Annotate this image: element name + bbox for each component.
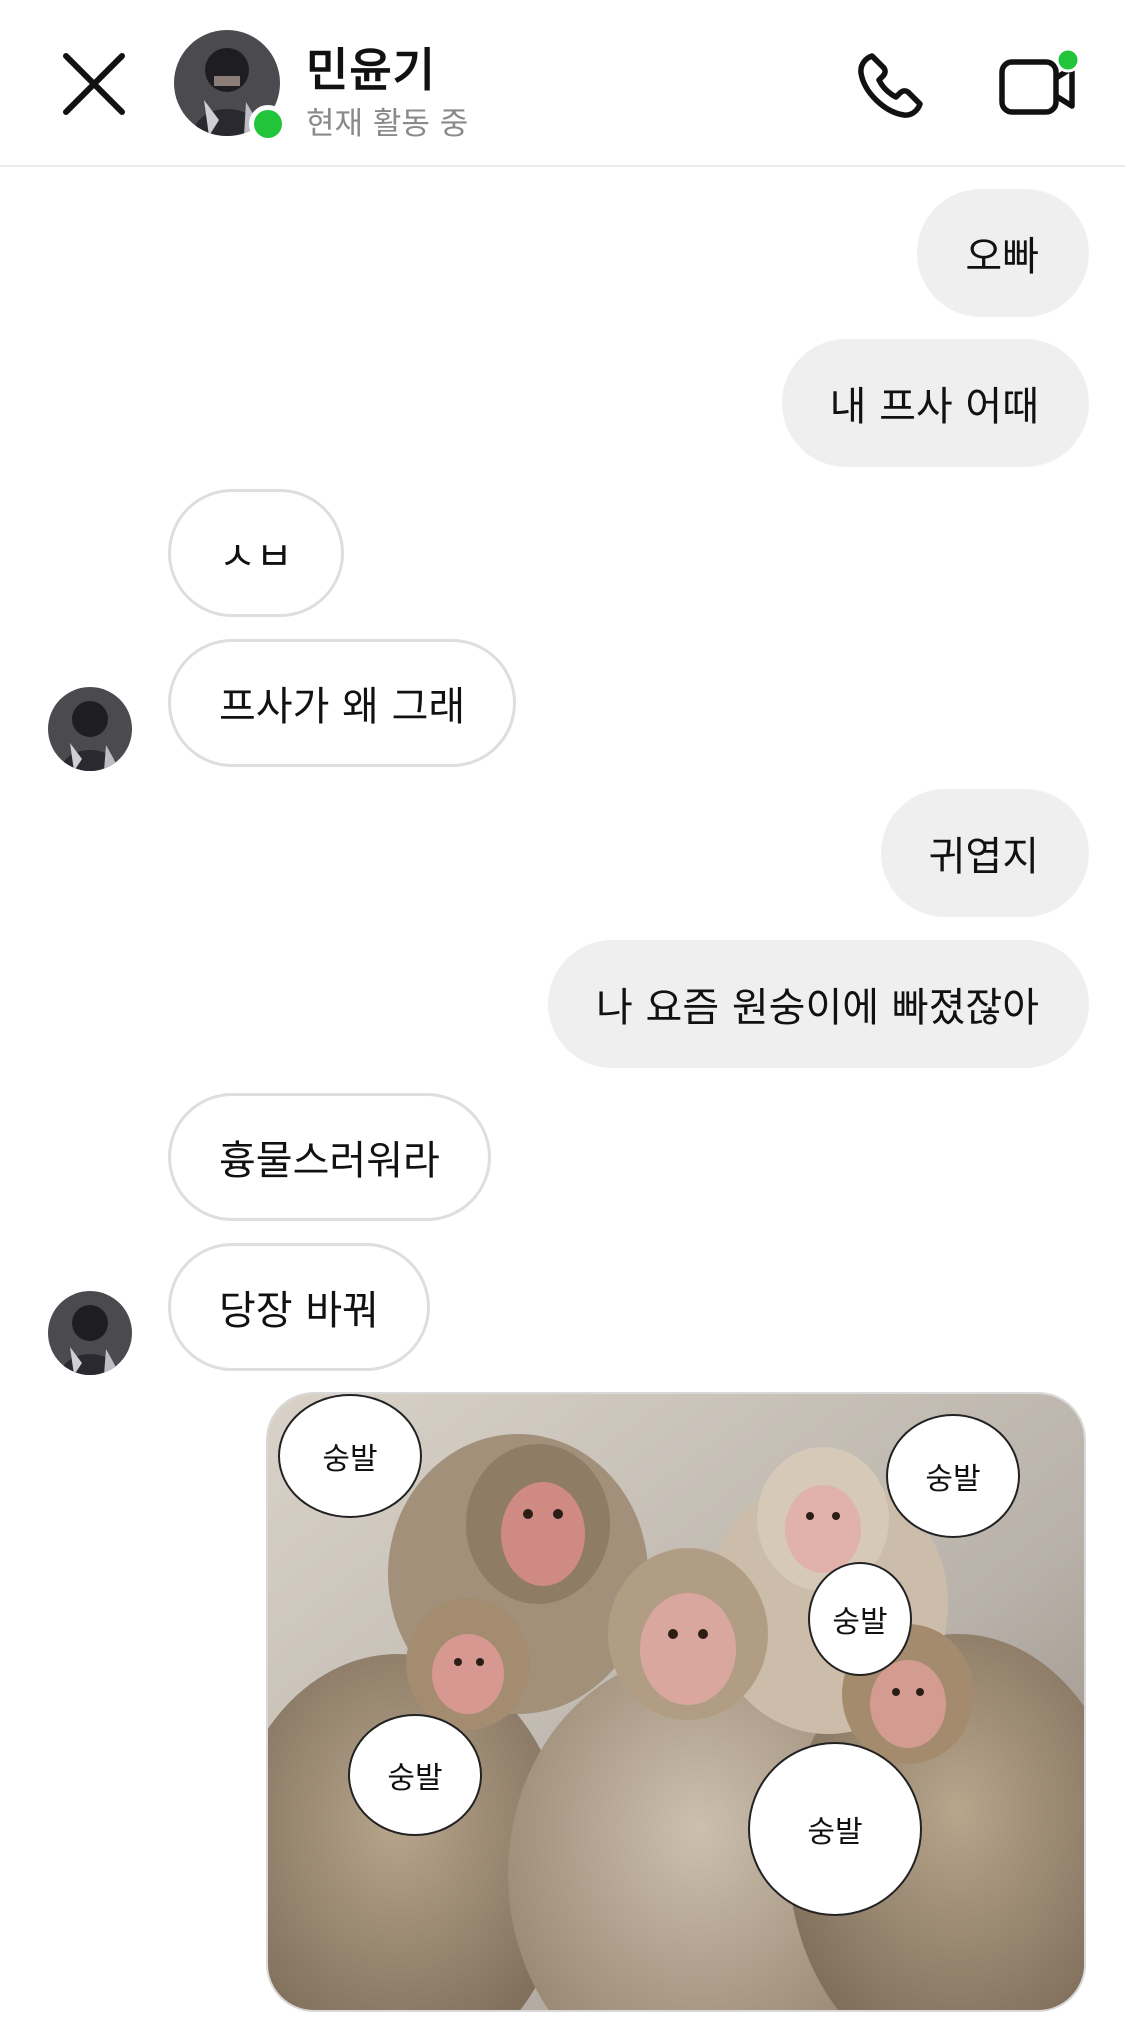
- message-bubble-sent[interactable]: 나 요즘 원숭이에 빠졌잖아: [548, 940, 1089, 1068]
- message-text: 나 요즘 원숭이에 빠졌잖아: [596, 985, 1039, 1031]
- speech-bubble-text: 숭발: [387, 1761, 443, 1796]
- phone-icon[interactable]: [852, 46, 930, 124]
- message-bubble-sent[interactable]: 귀엽지: [880, 789, 1089, 917]
- message-text: 내 프사 어때: [829, 384, 1039, 430]
- chat-header: 민윤기 현재 활동 중: [0, 0, 1125, 167]
- message-bubble-received[interactable]: 흉물스러워라: [168, 1093, 491, 1221]
- message-bubble-received[interactable]: 프사가 왜 그래: [168, 639, 517, 767]
- message-text: 프사가 왜 그래: [219, 684, 466, 730]
- online-status-dot: [249, 105, 287, 143]
- message-text: 당장 바꿔: [219, 1288, 379, 1334]
- speech-bubble: 숭발: [348, 1714, 482, 1836]
- message-text: ㅅㅂ: [219, 534, 293, 580]
- close-icon[interactable]: [58, 48, 130, 120]
- speech-bubble: 숭발: [278, 1394, 422, 1518]
- avatar[interactable]: [48, 1291, 132, 1375]
- message-bubble-received[interactable]: ㅅㅂ: [168, 489, 344, 617]
- video-camera-icon[interactable]: [996, 46, 1082, 124]
- avatar[interactable]: [48, 687, 132, 771]
- photo-message[interactable]: 숭발 숭발 숭발 숭발 숭발: [266, 1392, 1086, 2012]
- message-text: 오빠: [965, 234, 1039, 280]
- speech-bubble-text: 숭발: [322, 1442, 378, 1477]
- contact-status: 현재 활동 중: [306, 106, 469, 142]
- speech-bubble: 숭발: [748, 1742, 922, 1916]
- speech-bubble-text: 숭발: [925, 1462, 981, 1497]
- message-text: 귀엽지: [928, 834, 1039, 880]
- message-bubble-sent[interactable]: 내 프사 어때: [781, 339, 1089, 467]
- contact-name[interactable]: 민윤기: [306, 34, 436, 100]
- speech-bubble: 숭발: [808, 1562, 912, 1676]
- speech-bubble-text: 숭발: [807, 1815, 863, 1850]
- message-text: 흉물스러워라: [219, 1138, 440, 1184]
- speech-bubble-text: 숭발: [832, 1605, 888, 1640]
- message-bubble-sent[interactable]: 오빠: [917, 189, 1089, 317]
- message-bubble-received[interactable]: 당장 바꿔: [168, 1243, 430, 1371]
- speech-bubble: 숭발: [886, 1414, 1020, 1538]
